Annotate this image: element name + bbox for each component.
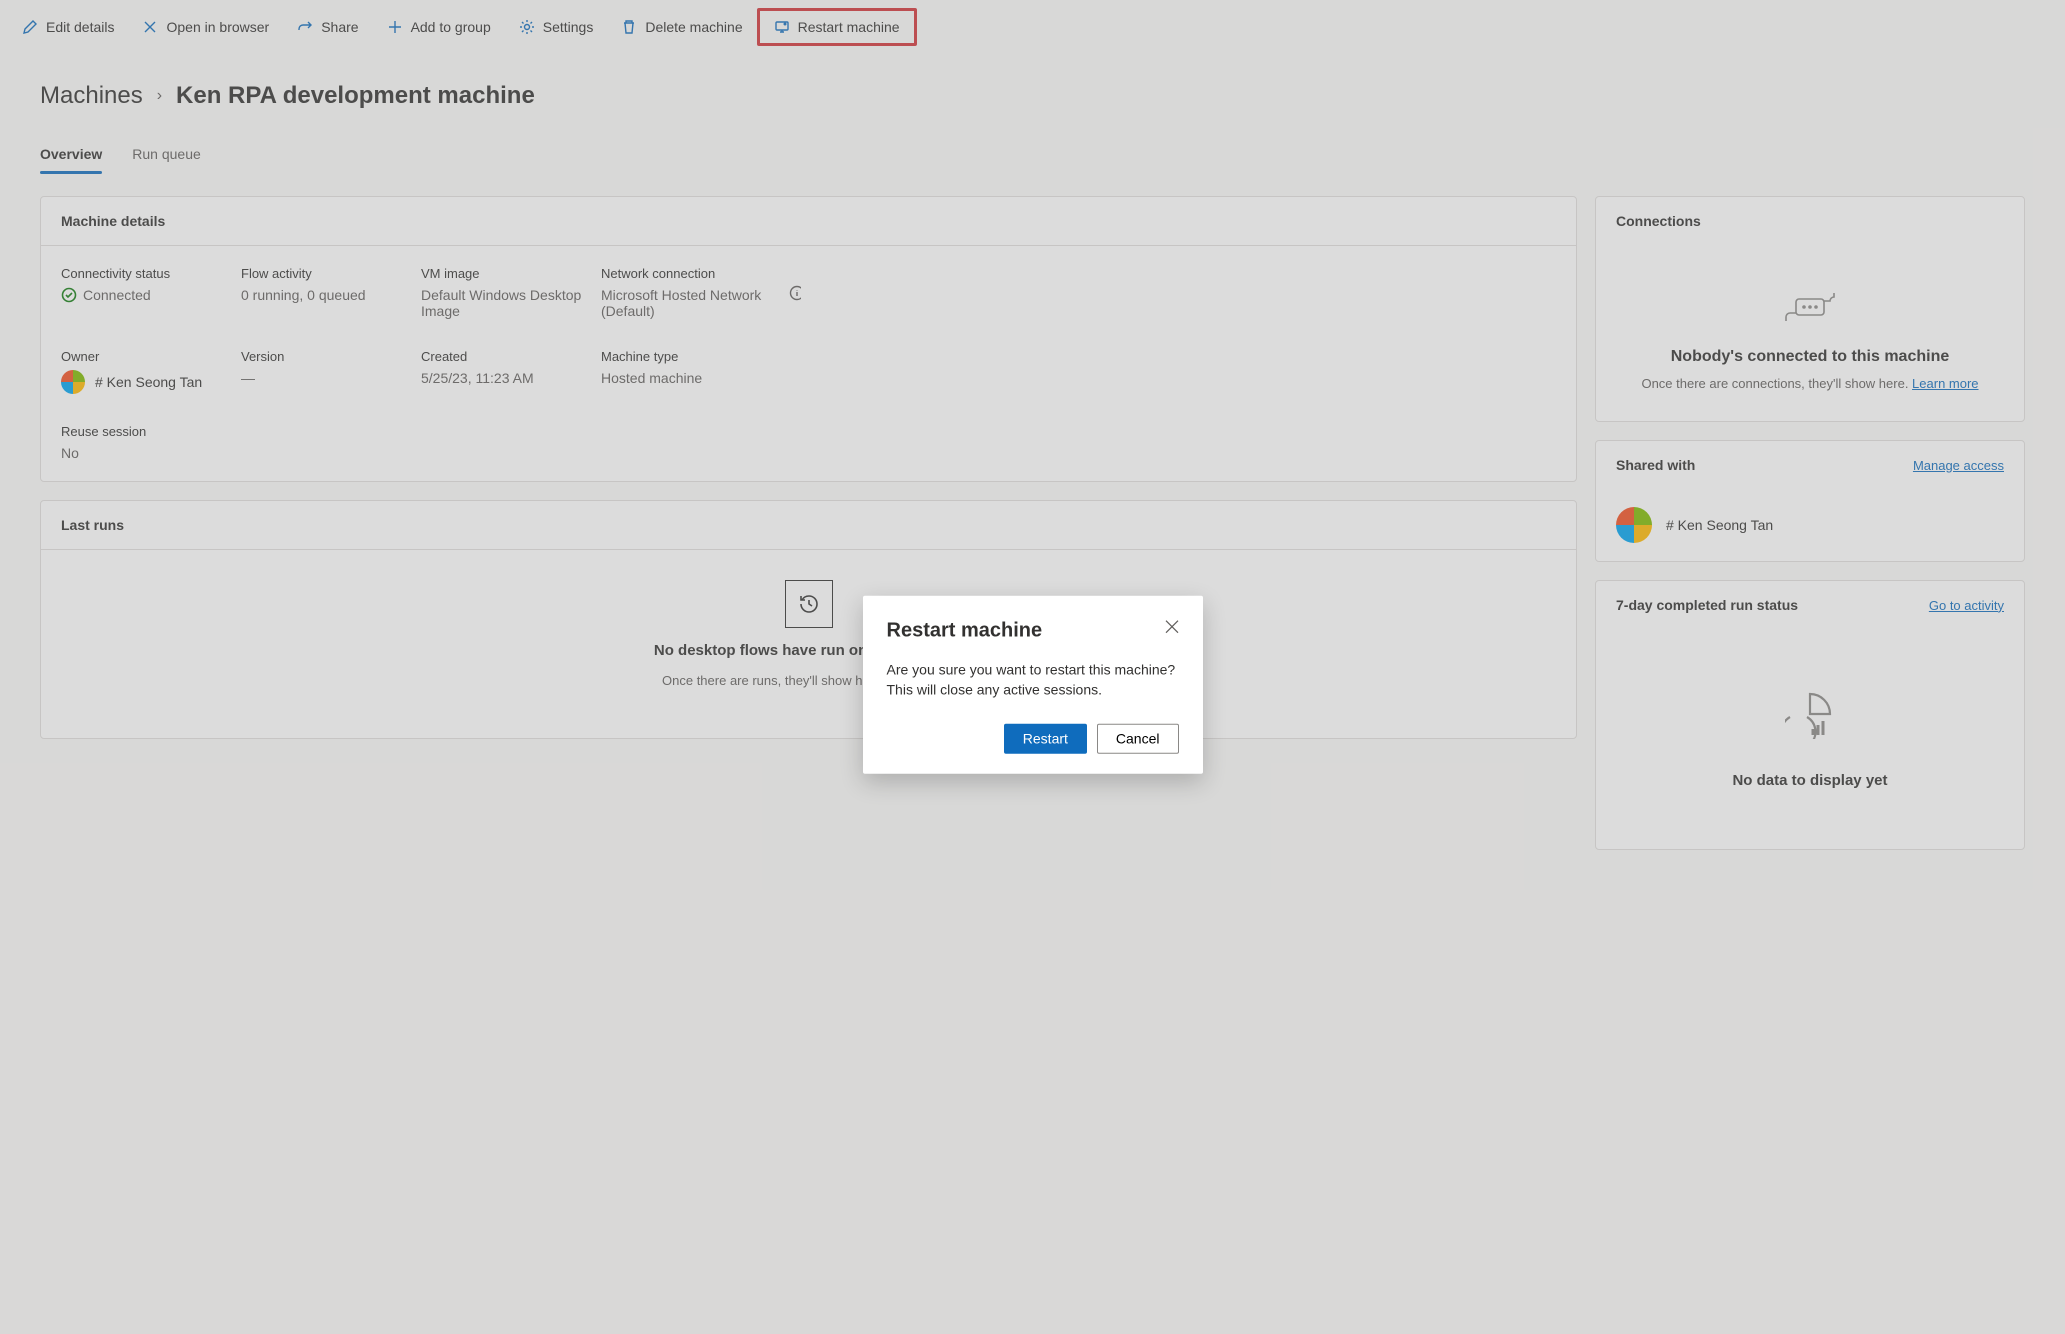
restart-confirm-dialog: Restart machine Are you sure you want to… bbox=[863, 596, 1203, 774]
restart-button[interactable]: Restart bbox=[1004, 724, 1087, 754]
cancel-button[interactable]: Cancel bbox=[1097, 724, 1179, 754]
close-icon bbox=[1165, 620, 1179, 634]
dialog-message: Are you sure you want to restart this ma… bbox=[887, 661, 1179, 700]
close-button[interactable] bbox=[1165, 620, 1179, 639]
dialog-title: Restart machine bbox=[887, 620, 1043, 643]
